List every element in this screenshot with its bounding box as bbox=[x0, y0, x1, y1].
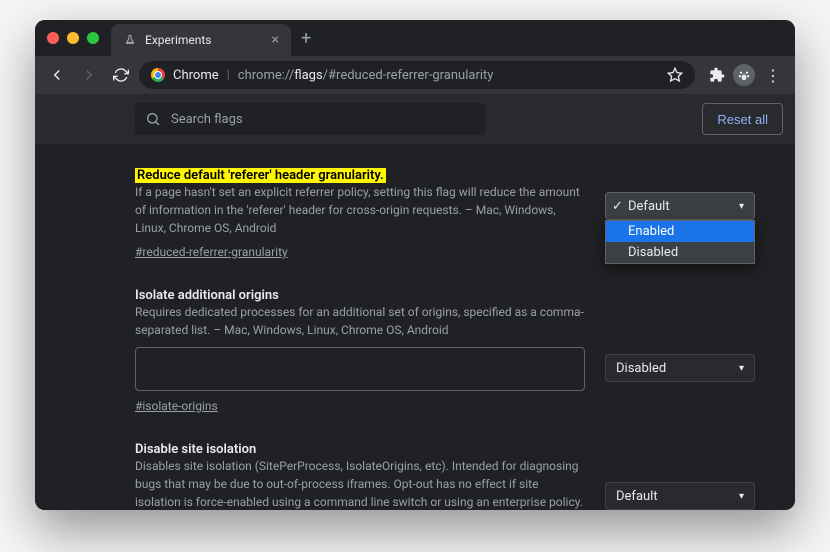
minimize-window-button[interactable] bbox=[67, 32, 79, 44]
tab-close-icon[interactable]: × bbox=[272, 32, 279, 48]
traffic-lights bbox=[47, 32, 99, 44]
chevron-down-icon: ▾ bbox=[739, 201, 744, 212]
dropdown-option-enabled[interactable]: Enabled bbox=[606, 221, 754, 242]
flask-icon bbox=[123, 33, 137, 47]
select-value: Default bbox=[616, 489, 658, 504]
flag-title: Reduce default 'referer' header granular… bbox=[135, 168, 386, 183]
select-value: Default bbox=[628, 199, 670, 214]
flags-top-bar: Search flags Reset all bbox=[35, 94, 795, 144]
flag-item: Reduce default 'referer' header granular… bbox=[35, 164, 795, 284]
search-input[interactable]: Search flags bbox=[135, 103, 485, 135]
browser-tab[interactable]: Experiments × bbox=[111, 24, 291, 56]
chrome-icon bbox=[151, 68, 165, 82]
flag-item: Disable site isolation Disables site iso… bbox=[35, 438, 795, 510]
back-button[interactable] bbox=[43, 61, 71, 89]
new-tab-button[interactable]: + bbox=[301, 28, 311, 49]
select-value: Disabled bbox=[616, 361, 666, 376]
flag-item: Isolate additional origins Requires dedi… bbox=[35, 284, 795, 438]
close-window-button[interactable] bbox=[47, 32, 59, 44]
flag-select[interactable]: Default ▾ bbox=[605, 482, 755, 510]
chevron-down-icon: ▾ bbox=[739, 491, 744, 502]
flag-select[interactable]: Disabled ▾ bbox=[605, 354, 755, 382]
flag-textarea[interactable] bbox=[135, 347, 585, 391]
flags-list: Reduce default 'referer' header granular… bbox=[35, 144, 795, 510]
dropdown-option-disabled[interactable]: Disabled bbox=[606, 242, 754, 263]
flag-hash-link[interactable]: #isolate-origins bbox=[135, 399, 218, 413]
toolbar: Chrome | chrome://flags/#reduced-referre… bbox=[35, 56, 795, 94]
flag-title: Disable site isolation bbox=[135, 442, 256, 457]
chrome-label: Chrome bbox=[173, 68, 219, 83]
flag-desc: If a page hasn't set an explicit referre… bbox=[135, 183, 585, 237]
page-content: Search flags Reset all Reduce default 'r… bbox=[35, 94, 795, 510]
flag-select[interactable]: ✓ Default ▾ bbox=[605, 192, 755, 220]
flag-title: Isolate additional origins bbox=[135, 288, 279, 303]
chevron-down-icon: ▾ bbox=[739, 363, 744, 374]
url-text: chrome://flags/#reduced-referrer-granula… bbox=[238, 68, 494, 83]
flag-desc: Requires dedicated processes for an addi… bbox=[135, 303, 585, 339]
maximize-window-button[interactable] bbox=[87, 32, 99, 44]
flag-dropdown: Enabled Disabled bbox=[605, 220, 755, 264]
profile-avatar-icon[interactable] bbox=[733, 64, 755, 86]
extensions-icon[interactable] bbox=[705, 63, 729, 87]
forward-button[interactable] bbox=[75, 61, 103, 89]
browser-window: Experiments × + Chrome | chrome://flags/… bbox=[35, 20, 795, 510]
tab-title: Experiments bbox=[145, 33, 212, 47]
address-bar[interactable]: Chrome | chrome://flags/#reduced-referre… bbox=[139, 61, 695, 89]
flag-hash-link[interactable]: #reduced-referrer-granularity bbox=[135, 245, 288, 259]
search-icon bbox=[145, 111, 161, 127]
star-icon[interactable] bbox=[667, 67, 683, 83]
flag-desc: Disables site isolation (SitePerProcess,… bbox=[135, 457, 585, 510]
reset-all-button[interactable]: Reset all bbox=[702, 103, 783, 135]
search-placeholder: Search flags bbox=[171, 112, 243, 127]
titlebar: Experiments × + bbox=[35, 20, 795, 56]
menu-button[interactable]: ⋮ bbox=[759, 61, 787, 89]
reload-button[interactable] bbox=[107, 61, 135, 89]
